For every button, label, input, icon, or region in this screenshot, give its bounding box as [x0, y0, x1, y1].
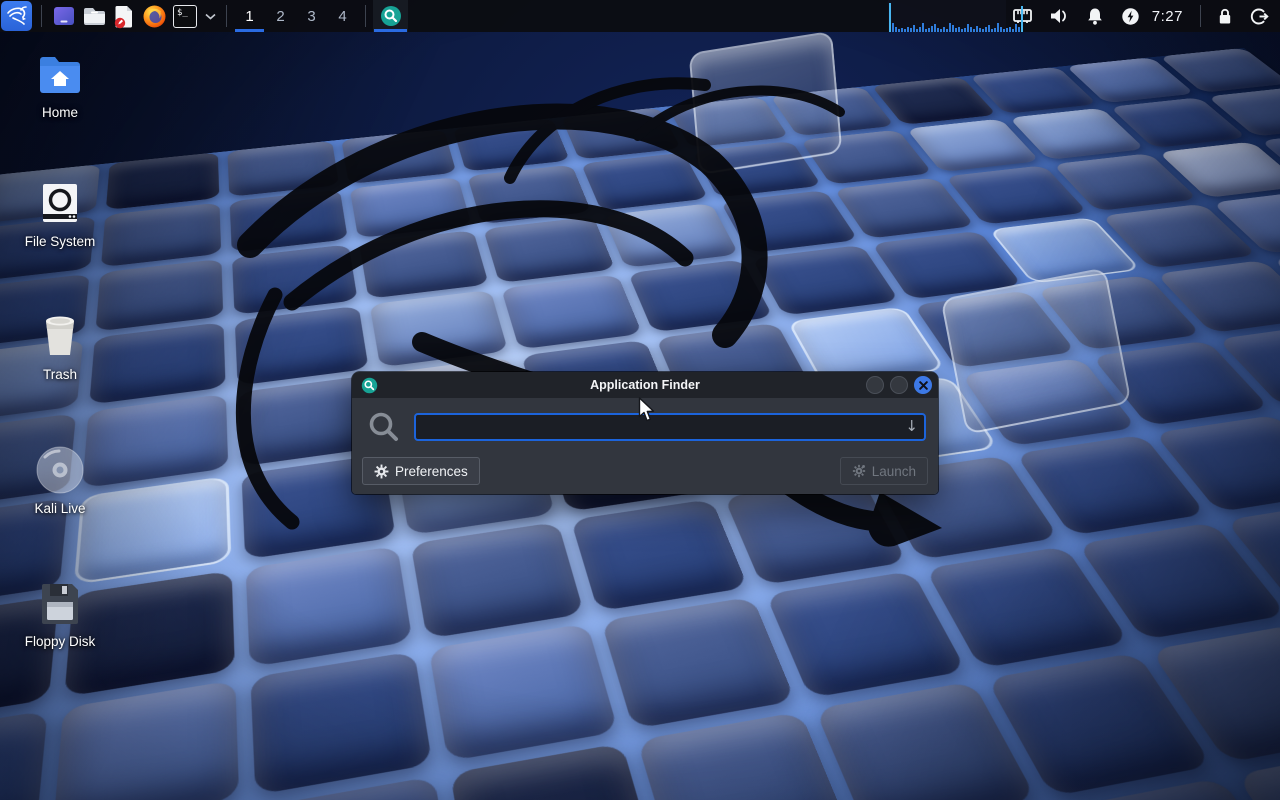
gear-icon: [374, 464, 389, 479]
desktop-icon-kali-live[interactable]: Kali Live: [8, 444, 112, 517]
volume-tray-button[interactable]: [1042, 0, 1076, 32]
application-finder-window: Application Finder: [352, 372, 938, 494]
logout-icon: [1250, 7, 1269, 26]
power-manager-tray-button[interactable]: [1114, 0, 1148, 32]
panel-separator: [41, 5, 42, 27]
network-tray-button[interactable]: [1006, 0, 1040, 32]
application-finder-icon: [380, 5, 402, 27]
bell-icon: [1086, 7, 1104, 26]
launcher-firefox[interactable]: [139, 0, 169, 32]
preferences-label: Preferences: [395, 464, 468, 479]
floppy-disk-icon: [34, 577, 86, 629]
titlebar[interactable]: Application Finder: [352, 372, 938, 398]
workspace-number: 4: [338, 8, 346, 25]
firefox-icon: [142, 4, 167, 29]
workspace-number: 2: [276, 8, 284, 25]
panel-clock[interactable]: 7:27: [1148, 8, 1193, 25]
window-title: Application Finder: [352, 378, 938, 392]
notifications-tray-button[interactable]: [1078, 0, 1112, 32]
maximize-button[interactable]: [890, 376, 908, 394]
launcher-text-editor[interactable]: [109, 0, 139, 32]
power-battery-icon: [1121, 7, 1140, 26]
workspace-number: 1: [245, 8, 253, 25]
launch-button[interactable]: Launch: [840, 457, 928, 485]
ethernet-icon: [1012, 7, 1033, 25]
preferences-button[interactable]: Preferences: [362, 457, 480, 485]
trash-icon: [34, 310, 86, 362]
terminal-icon: $_: [173, 5, 197, 28]
cpu-graph-widget[interactable]: [888, 0, 1006, 32]
desktop-icon-file-system[interactable]: File System: [8, 177, 112, 250]
kali-logo-icon: [5, 4, 29, 28]
glass-cube-accent: [689, 31, 843, 176]
desktop-root: Home File System: [0, 0, 1280, 800]
volume-icon: [1049, 7, 1069, 25]
panel-separator: [365, 5, 366, 27]
desktop-icon-trash[interactable]: Trash: [8, 310, 112, 383]
optical-disc-icon: [34, 444, 86, 496]
dashboard-icon: [52, 4, 76, 28]
close-button[interactable]: [914, 376, 932, 394]
desktop-icon-label: File System: [25, 235, 96, 250]
chevron-down-icon: [205, 13, 216, 20]
lock-screen-button[interactable]: [1208, 0, 1242, 32]
workspace-number: 3: [307, 8, 315, 25]
desktop-icon-floppy-disk[interactable]: Floppy Disk: [8, 577, 112, 650]
desktop-icon-home[interactable]: Home: [8, 48, 112, 121]
desktop-icon-label: Trash: [43, 368, 77, 383]
taskbar-item-application-finder[interactable]: [373, 0, 408, 32]
folder-icon: [82, 4, 107, 29]
close-icon: [919, 381, 928, 390]
launcher-file-manager[interactable]: [79, 0, 109, 32]
desktop-icon-label: Kali Live: [34, 502, 85, 517]
launcher-terminal[interactable]: $_: [169, 0, 201, 32]
hard-drive-icon: [34, 177, 86, 229]
search-icon-large: [362, 410, 406, 444]
panel-separator: [1200, 5, 1201, 27]
lock-icon: [1216, 7, 1234, 26]
minimize-button[interactable]: [866, 376, 884, 394]
desktop-icon-column: Home File System: [8, 48, 112, 664]
text-editor-icon: [112, 4, 136, 29]
application-finder-icon: [361, 377, 378, 394]
desktop-icon-label: Home: [42, 106, 78, 121]
logout-button[interactable]: [1242, 0, 1276, 32]
home-folder-icon: [34, 48, 86, 100]
desktop-icon-label: Floppy Disk: [25, 635, 96, 650]
workspace-1[interactable]: 1: [234, 0, 265, 32]
kali-menu-button[interactable]: [1, 1, 32, 31]
search-input[interactable]: [414, 413, 926, 441]
launch-gear-icon: [852, 464, 866, 478]
launch-label: Launch: [872, 464, 916, 479]
launcher-dashboard[interactable]: [49, 0, 79, 32]
top-panel: $_ 1 2 3 4: [0, 0, 1280, 32]
workspace-2[interactable]: 2: [265, 0, 296, 32]
panel-separator: [226, 5, 227, 27]
workspace-3[interactable]: 3: [296, 0, 327, 32]
launcher-expand-button[interactable]: [201, 0, 219, 32]
workspace-4[interactable]: 4: [327, 0, 358, 32]
system-tray: [1006, 0, 1148, 32]
